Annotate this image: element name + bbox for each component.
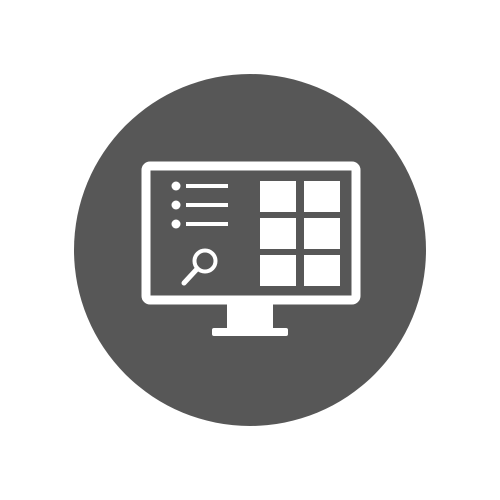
- grid-tile: [304, 255, 340, 286]
- grid-tile: [260, 181, 296, 212]
- grid-tile: [260, 255, 296, 286]
- grid-tile: [304, 218, 340, 249]
- bullet-line: [186, 184, 228, 188]
- grid-tile: [260, 218, 296, 249]
- computer-monitor-dashboard-icon: [0, 0, 500, 500]
- bullet-line: [186, 222, 228, 226]
- bullet-dot: [171, 181, 181, 191]
- bullet-dot: [171, 200, 181, 210]
- icon-canvas: [0, 0, 500, 500]
- monitor-neck: [227, 304, 273, 328]
- monitor-stand-icon: [212, 328, 288, 336]
- bullet-dot: [171, 219, 181, 229]
- bullet-line: [186, 203, 228, 207]
- grid-tile: [304, 181, 340, 212]
- background-circle: [74, 74, 426, 426]
